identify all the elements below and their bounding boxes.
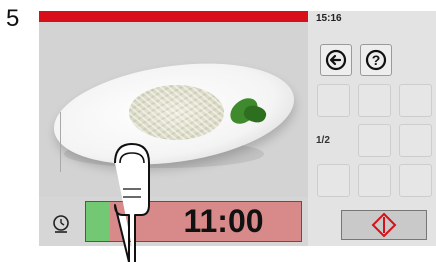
dish-photo (39, 22, 308, 197)
timer-progress-fill (86, 202, 110, 241)
empty-button[interactable] (358, 164, 391, 197)
svg-text:?: ? (372, 52, 381, 68)
question-mark-icon: ? (365, 49, 387, 71)
empty-button[interactable] (317, 164, 350, 197)
clock: 15:16 (316, 13, 342, 24)
empty-button[interactable] (399, 124, 432, 157)
start-stop-diamond-icon (371, 212, 397, 238)
pasta (129, 85, 224, 140)
back-button[interactable] (320, 44, 352, 76)
side-panel: 15:16 ? 1/2 (308, 11, 436, 246)
timer-bar: 11:00 (39, 197, 308, 246)
arrow-left-icon (325, 49, 347, 71)
empty-button[interactable] (358, 84, 391, 117)
timer-display: 11:00 (183, 203, 264, 239)
help-button[interactable]: ? (360, 44, 392, 76)
page-indicator: 1/2 (316, 135, 330, 146)
photo-edge-line (60, 112, 61, 172)
alarm-clock-icon[interactable] (50, 213, 72, 235)
finger-pointer-icon (114, 143, 150, 262)
oven-touchscreen: 11:00 (39, 11, 308, 262)
status-bar-red (39, 11, 308, 22)
start-stop-button[interactable] (341, 210, 427, 240)
empty-button[interactable] (317, 84, 350, 117)
empty-button[interactable] (399, 164, 432, 197)
empty-button[interactable] (399, 84, 432, 117)
empty-button[interactable] (358, 124, 391, 157)
step-number: 5 (6, 5, 20, 32)
